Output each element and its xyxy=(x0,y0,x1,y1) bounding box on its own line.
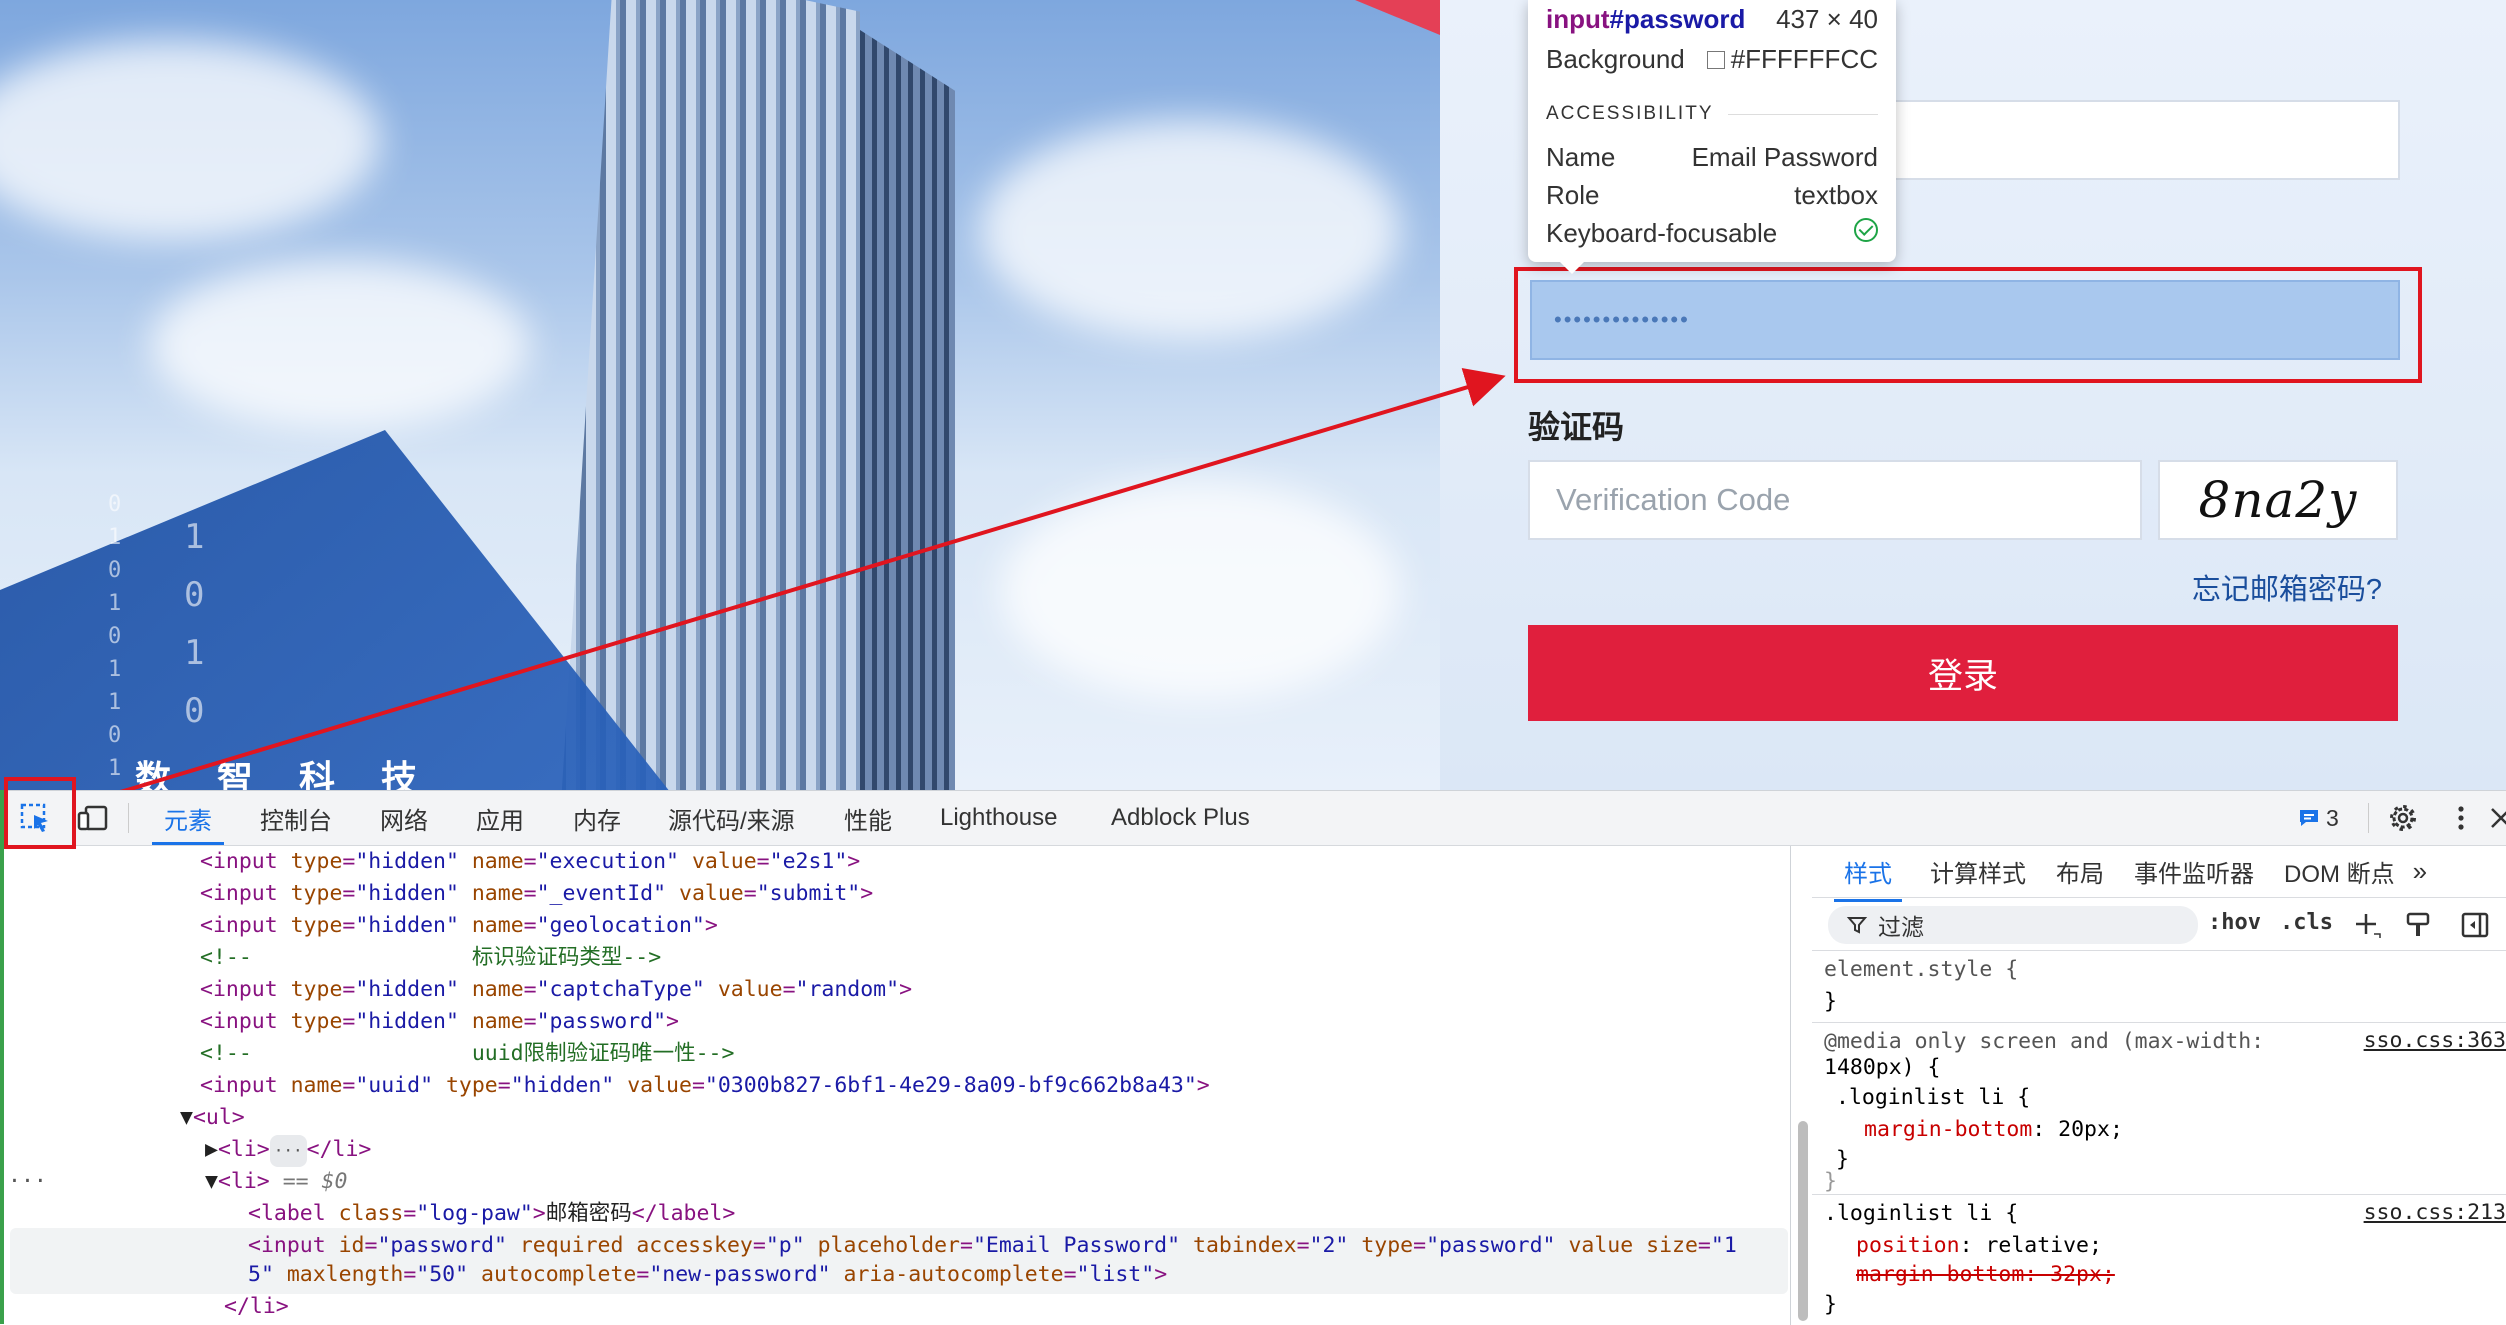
tab-lighthouse[interactable]: Lighthouse xyxy=(940,791,1057,845)
source-link-213[interactable]: sso.css:213 xyxy=(2364,1200,2506,1225)
close-icon[interactable] xyxy=(2484,801,2506,835)
rule-close-brace: } xyxy=(1836,1147,1849,1172)
filter-input[interactable]: 过滤 xyxy=(1828,906,2198,944)
gear-icon[interactable] xyxy=(2386,801,2420,835)
rule2-declaration[interactable]: position: relative; xyxy=(1856,1230,2102,1262)
styles-tabs: 样式 计算样式 布局 事件监听器 DOM 断点 » xyxy=(1812,846,2506,902)
dom-node-input-password-cont[interactable]: 5" maxlength="50" autocomplete="new-pass… xyxy=(248,1259,1167,1291)
tab-dom-breakpoints[interactable]: DOM 断点 xyxy=(2284,854,2395,889)
dom-node-ul[interactable]: ▼<ul> xyxy=(180,1102,245,1134)
divider xyxy=(1812,1194,2506,1195)
dom-node-li-close[interactable]: </li> xyxy=(224,1291,289,1323)
tab-memory[interactable]: 内存 xyxy=(573,791,621,845)
devtools-toolbar: 元素 控制台 网络 应用 内存 源代码/来源 性能 Lighthouse Adb… xyxy=(0,777,2506,849)
rule-close-brace: } xyxy=(1824,1292,1837,1317)
dom-node[interactable]: <input name="uuid" type="hidden" value="… xyxy=(200,1070,1210,1102)
dom-node-li-selected[interactable]: ▼<li> == $0 xyxy=(205,1166,347,1198)
toolbar-divider xyxy=(128,803,129,833)
dom-node-li-collapsed[interactable]: ▶<li> ··· </li> xyxy=(205,1134,371,1167)
devtools-panel: 元素 控制台 网络 应用 内存 源代码/来源 性能 Lighthouse Adb… xyxy=(0,777,2506,1325)
issues-badge[interactable]: 3 xyxy=(2298,803,2339,833)
annotation-inspect-highlight xyxy=(4,777,76,849)
tab-layout[interactable]: 布局 xyxy=(2056,854,2104,889)
add-rule-icon[interactable] xyxy=(2352,910,2382,940)
ellipsis-icon: ··· xyxy=(269,1135,307,1167)
message-icon xyxy=(2300,810,2318,826)
cls-toggle[interactable]: .cls xyxy=(2280,910,2333,935)
tab-console[interactable]: 控制台 xyxy=(260,791,332,845)
dom-comment[interactable]: <!-- 标识验证码类型--> xyxy=(200,942,661,974)
more-options-icon[interactable] xyxy=(2444,801,2478,835)
more-tabs-icon[interactable]: » xyxy=(2413,856,2427,887)
dom-node-label[interactable]: <label class="log-paw">邮箱密码</label> xyxy=(248,1198,735,1230)
media-query-cont: 1480px) { xyxy=(1824,1055,1941,1080)
rule2-overridden-declaration[interactable]: margin-bottom: 32px; xyxy=(1856,1259,2115,1291)
issues-count: 3 xyxy=(2326,804,2339,831)
filter-label: 过滤 xyxy=(1878,914,1924,940)
tab-event-listeners[interactable]: 事件监听器 xyxy=(2134,854,2254,889)
tab-application[interactable]: 应用 xyxy=(476,791,524,845)
dom-node[interactable]: <input type="hidden" name="captchaType" … xyxy=(200,974,912,1006)
arrow-line xyxy=(43,368,1506,817)
source-link-363[interactable]: sso.css:363 xyxy=(2364,1028,2506,1053)
dom-node[interactable]: <input type="hidden" name="execution" va… xyxy=(200,846,860,878)
scrollbar-thumb[interactable] xyxy=(1798,1121,1808,1321)
node-actions-icon[interactable]: ··· xyxy=(8,1166,47,1198)
tab-performance[interactable]: 性能 xyxy=(844,791,892,845)
dom-node-input-password[interactable]: <input id="password" required accesskey=… xyxy=(248,1230,1737,1262)
dom-node[interactable]: <input type="hidden" name="geolocation"> xyxy=(200,910,718,942)
tab-network[interactable]: 网络 xyxy=(380,791,428,845)
tab-elements[interactable]: 元素 xyxy=(152,791,224,845)
divider xyxy=(1812,950,2506,951)
rule-close-brace: } xyxy=(1824,989,1837,1014)
dom-comment[interactable]: <!-- uuid限制验证码唯一性--> xyxy=(200,1038,734,1070)
window-edge xyxy=(0,790,4,1324)
toolbar-divider xyxy=(2368,803,2369,833)
element-style-rule[interactable]: element.style { xyxy=(1824,954,2018,986)
paint-brush-icon[interactable] xyxy=(2404,910,2434,940)
styles-filter-row: 过滤 :hov .cls xyxy=(1812,898,2506,950)
tab-sources[interactable]: 源代码/来源 xyxy=(668,791,795,845)
hov-toggle[interactable]: :hov xyxy=(2208,910,2261,935)
elements-tree[interactable]: <input type="hidden" name="execution" va… xyxy=(0,846,1790,1325)
tab-adblock-plus[interactable]: Adblock Plus xyxy=(1111,791,1250,845)
device-toolbar-icon[interactable] xyxy=(76,801,110,835)
pane-divider[interactable] xyxy=(1790,846,1791,1325)
dom-node[interactable]: <input type="hidden" name="password"> xyxy=(200,1006,679,1038)
dom-node[interactable]: <input type="hidden" name="_eventId" val… xyxy=(200,878,873,910)
divider xyxy=(1812,1022,2506,1023)
filter-icon xyxy=(1846,917,1868,934)
rule1-declaration[interactable]: margin-bottom: 20px; xyxy=(1864,1114,2123,1146)
tab-styles[interactable]: 样式 xyxy=(1834,854,1902,902)
styles-pane: 样式 计算样式 布局 事件监听器 DOM 断点 » 过滤 :hov .cls e… xyxy=(1812,846,2506,1325)
toggle-sidebar-icon[interactable] xyxy=(2460,910,2490,940)
rule1-selector[interactable]: .loginlist li { xyxy=(1836,1082,2030,1114)
tab-computed[interactable]: 计算样式 xyxy=(1930,854,2026,889)
rule2-selector[interactable]: .loginlist li { xyxy=(1824,1198,2018,1230)
